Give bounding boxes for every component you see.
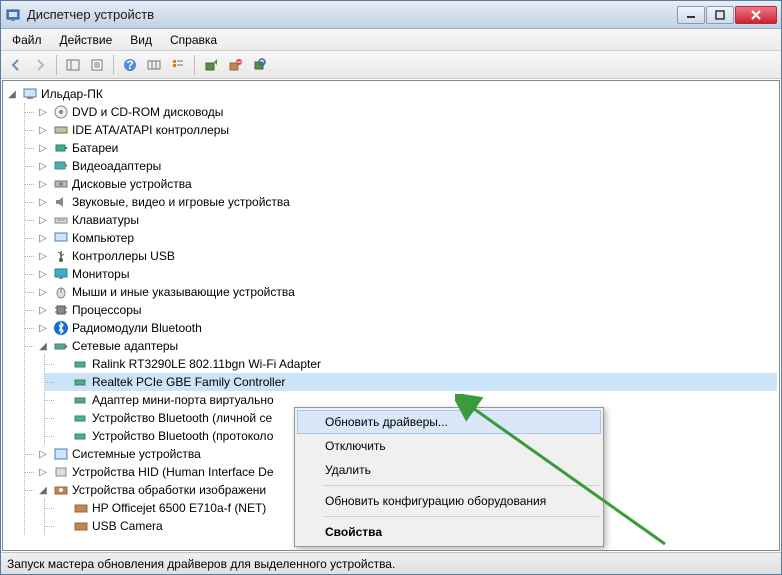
tree-item[interactable]: ▷Клавиатуры <box>25 211 777 229</box>
network-adapter-icon <box>73 428 89 444</box>
imaging-icon <box>73 500 89 516</box>
statusbar-text: Запуск мастера обновления драйверов для … <box>7 557 395 571</box>
disk-icon <box>53 176 69 192</box>
hid-icon <box>53 464 69 480</box>
toolbar-separator <box>56 55 57 75</box>
expand-icon[interactable]: ▷ <box>36 123 50 137</box>
ide-icon <box>53 122 69 138</box>
expand-icon[interactable]: ▷ <box>36 267 50 281</box>
maximize-button[interactable] <box>706 6 734 24</box>
collapse-icon[interactable]: ◢ <box>36 483 50 497</box>
uninstall-button[interactable] <box>224 54 246 76</box>
tree-item[interactable]: ▷Радиомодули Bluetooth <box>25 319 777 337</box>
expand-icon[interactable]: ▷ <box>36 447 50 461</box>
expand-icon[interactable]: ▷ <box>36 465 50 479</box>
tree-item[interactable]: ▷Контроллеры USB <box>25 247 777 265</box>
titlebar[interactable]: Диспетчер устройств <box>1 1 781 29</box>
properties-button[interactable] <box>86 54 108 76</box>
window-title: Диспетчер устройств <box>27 7 677 22</box>
tree-item[interactable]: ▷IDE ATA/ATAPI контроллеры <box>25 121 777 139</box>
device-tree-panel[interactable]: ◢ Ильдар-ПК ▷DVD и CD-ROM дисководы ▷IDE… <box>2 80 780 551</box>
expand-icon[interactable]: ▷ <box>36 303 50 317</box>
list-button[interactable] <box>167 54 189 76</box>
tree-item[interactable]: ▷Мыши и иные указывающие устройства <box>25 283 777 301</box>
device-manager-window: Диспетчер устройств Файл Действие Вид Сп… <box>0 0 782 575</box>
tree-root-label: Ильдар-ПК <box>41 87 103 101</box>
expand-icon[interactable]: ▷ <box>36 159 50 173</box>
tree-item[interactable]: ▷DVD и CD-ROM дисководы <box>25 103 777 121</box>
show-hide-tree-button[interactable] <box>62 54 84 76</box>
ctx-separator <box>323 485 599 486</box>
network-adapter-icon <box>73 410 89 426</box>
display-adapter-icon <box>53 158 69 174</box>
expand-icon[interactable]: ▷ <box>36 321 50 335</box>
cpu-icon <box>53 302 69 318</box>
update-driver-button[interactable] <box>200 54 222 76</box>
context-menu: Обновить драйверы... Отключить Удалить О… <box>294 407 604 547</box>
expand-icon[interactable]: ▷ <box>36 285 50 299</box>
network-adapter-icon <box>53 338 69 354</box>
sound-icon <box>53 194 69 210</box>
expand-icon[interactable]: ▷ <box>36 195 50 209</box>
scan-hardware-button[interactable] <box>248 54 270 76</box>
toolbar-separator <box>113 55 114 75</box>
statusbar: Запуск мастера обновления драйверов для … <box>1 552 781 574</box>
system-icon <box>53 446 69 462</box>
expand-icon[interactable]: ▷ <box>36 213 50 227</box>
expand-icon[interactable]: ▷ <box>36 141 50 155</box>
monitor-icon <box>53 266 69 282</box>
ctx-refresh-config[interactable]: Обновить конфигурацию оборудования <box>297 489 601 513</box>
network-adapter-icon <box>73 356 89 372</box>
tree-item[interactable]: ▷Видеоадаптеры <box>25 157 777 175</box>
toolbar: ? <box>1 51 781 79</box>
network-adapter-icon <box>73 392 89 408</box>
close-button[interactable] <box>735 6 777 24</box>
tree-item-network[interactable]: ◢Сетевые адаптеры <box>25 337 777 355</box>
menu-file[interactable]: Файл <box>4 31 50 49</box>
tree-item[interactable]: ▷Процессоры <box>25 301 777 319</box>
usb-icon <box>53 248 69 264</box>
expand-icon[interactable]: ▷ <box>36 231 50 245</box>
grid-button[interactable] <box>143 54 165 76</box>
imaging-icon <box>73 518 89 534</box>
ctx-separator <box>323 516 599 517</box>
network-adapter-icon <box>73 374 89 390</box>
collapse-icon[interactable]: ◢ <box>5 87 19 101</box>
back-button[interactable] <box>5 54 27 76</box>
bluetooth-icon <box>53 320 69 336</box>
svg-text:?: ? <box>126 58 133 72</box>
computer-icon <box>22 86 38 102</box>
expand-icon[interactable]: ▷ <box>36 177 50 191</box>
ctx-delete[interactable]: Удалить <box>297 458 601 482</box>
tree-item-selected[interactable]: Realtek PCIe GBE Family Controller <box>45 373 777 391</box>
tree-item[interactable]: ▷Мониторы <box>25 265 777 283</box>
ctx-properties[interactable]: Свойства <box>297 520 601 544</box>
app-icon <box>5 7 21 23</box>
ctx-disable[interactable]: Отключить <box>297 434 601 458</box>
menu-view[interactable]: Вид <box>122 31 160 49</box>
tree-item[interactable]: ▷Батареи <box>25 139 777 157</box>
imaging-icon <box>53 482 69 498</box>
minimize-button[interactable] <box>677 6 705 24</box>
forward-button[interactable] <box>29 54 51 76</box>
menubar: Файл Действие Вид Справка <box>1 29 781 51</box>
keyboard-icon <box>53 212 69 228</box>
expand-icon[interactable]: ▷ <box>36 105 50 119</box>
collapse-icon[interactable]: ◢ <box>36 339 50 353</box>
help-button[interactable]: ? <box>119 54 141 76</box>
toolbar-separator <box>194 55 195 75</box>
tree-item[interactable]: ▷Дисковые устройства <box>25 175 777 193</box>
computer-icon <box>53 230 69 246</box>
menu-action[interactable]: Действие <box>52 31 121 49</box>
menu-help[interactable]: Справка <box>162 31 225 49</box>
tree-item[interactable]: ▷Звуковые, видео и игровые устройства <box>25 193 777 211</box>
ctx-update-drivers[interactable]: Обновить драйверы... <box>297 410 601 434</box>
tree-root[interactable]: ◢ Ильдар-ПК <box>5 85 777 103</box>
dvd-icon <box>53 104 69 120</box>
mouse-icon <box>53 284 69 300</box>
expand-icon[interactable]: ▷ <box>36 249 50 263</box>
tree-item[interactable]: Ralink RT3290LE 802.11bgn Wi-Fi Adapter <box>45 355 777 373</box>
battery-icon <box>53 140 69 156</box>
tree-item[interactable]: ▷Компьютер <box>25 229 777 247</box>
